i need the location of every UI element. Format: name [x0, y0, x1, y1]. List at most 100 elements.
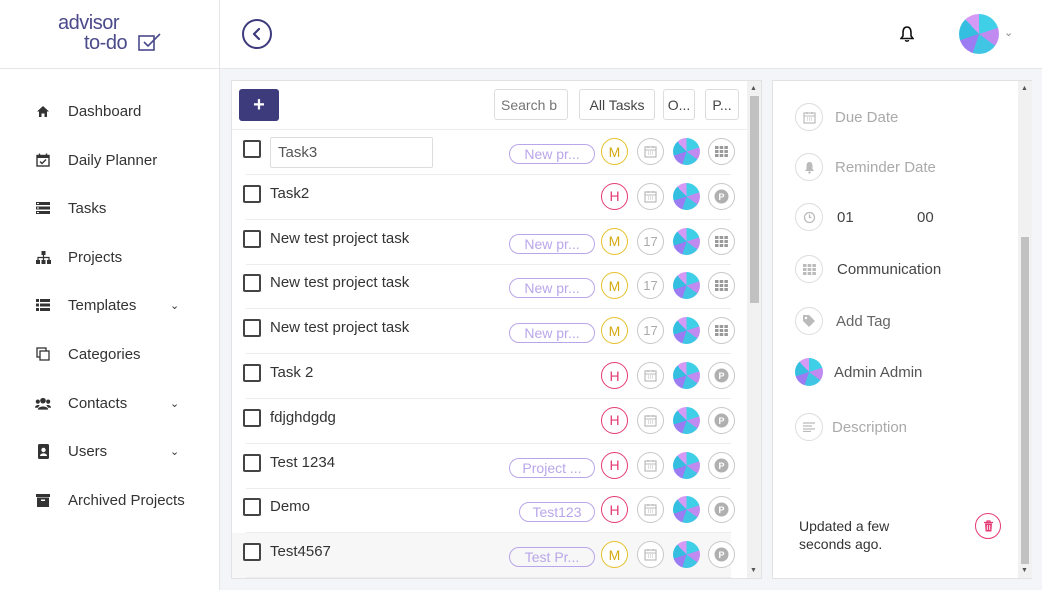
add-tag-field[interactable]: Add Tag [795, 307, 891, 335]
sidebar-item-users[interactable]: Users ⌄ [0, 436, 219, 466]
p-category-icon[interactable]: P [708, 496, 735, 524]
calendar-icon[interactable] [637, 138, 664, 165]
calendar-icon[interactable] [637, 362, 664, 389]
sidebar-item-archived-projects[interactable]: Archived Projects [0, 485, 219, 515]
task-checkbox[interactable] [243, 140, 261, 158]
chevron-down-icon[interactable]: ⌄ [170, 299, 179, 312]
task-checkbox[interactable] [243, 498, 261, 517]
task-name[interactable]: Demo [270, 498, 310, 515]
sidebar-item-projects[interactable]: Projects [0, 242, 219, 272]
task-row[interactable]: New test project task New pr... M 17 [232, 264, 735, 310]
project-pill[interactable]: New pr... [509, 144, 595, 164]
time-field[interactable]: 01 00 [795, 203, 934, 231]
time-hours[interactable]: 01 [837, 209, 854, 226]
project-pill[interactable]: New pr... [509, 233, 595, 254]
priority-badge[interactable]: M [601, 272, 628, 300]
avatar[interactable] [673, 227, 700, 255]
back-button[interactable] [242, 19, 272, 49]
chevron-down-icon[interactable]: ⌄ [170, 397, 179, 410]
category-field[interactable]: Communication [795, 255, 941, 283]
scrollbar-thumb[interactable] [750, 96, 759, 303]
task-row[interactable]: New test project task New pr... M 17 [232, 309, 735, 355]
sidebar-item-templates[interactable]: Templates ⌄ [0, 290, 219, 320]
avatar[interactable] [673, 496, 700, 524]
avatar[interactable] [673, 272, 700, 300]
task-checkbox[interactable] [243, 364, 261, 382]
bell-icon[interactable] [899, 26, 915, 47]
scroll-down-arrow-icon[interactable]: ▼ [750, 567, 757, 574]
task-name[interactable]: New test project task [270, 319, 409, 336]
grid-icon[interactable] [708, 272, 735, 300]
calendar-icon[interactable] [637, 406, 664, 434]
calendar-icon[interactable] [637, 496, 664, 524]
priority-badge[interactable]: H [601, 496, 628, 524]
sidebar-item-dashboard[interactable]: Dashboard [0, 96, 219, 126]
priority-badge[interactable]: H [601, 362, 628, 389]
time-minutes[interactable]: 00 [917, 209, 934, 226]
task-row[interactable]: fdjghdgdg H P [232, 399, 735, 444]
task-checkbox[interactable] [243, 408, 261, 427]
sidebar-item-contacts[interactable]: Contacts ⌄ [0, 388, 219, 418]
priority-badge[interactable]: M [601, 138, 628, 165]
avatar[interactable] [673, 541, 700, 569]
p-category-icon[interactable]: P [708, 541, 735, 569]
grid-icon[interactable] [708, 227, 735, 255]
project-pill[interactable]: Test123 [519, 502, 595, 523]
avatar[interactable] [673, 182, 700, 210]
due-date-badge[interactable]: 17 [637, 272, 664, 300]
due-date-badge[interactable]: 17 [637, 317, 664, 345]
delete-task-button[interactable] [975, 513, 1001, 539]
p-category-icon[interactable]: P [708, 451, 735, 479]
sidebar-item-tasks[interactable]: Tasks [0, 193, 219, 223]
task-name[interactable]: Test4567 [270, 543, 331, 560]
project-pill[interactable]: Project ... [509, 457, 595, 478]
priority-badge[interactable]: M [601, 227, 628, 255]
task-name[interactable]: Test 1234 [270, 454, 335, 471]
scroll-up-arrow-icon[interactable]: ▲ [1021, 85, 1028, 92]
priority-badge[interactable]: H [601, 406, 628, 434]
task-row[interactable]: New test project task New pr... M 17 [232, 220, 735, 265]
priority-badge[interactable]: M [601, 541, 628, 569]
avatar[interactable] [673, 362, 700, 389]
task-list-scrollbar[interactable]: ▲ ▼ [747, 81, 761, 578]
logo[interactable]: advisor to-do [0, 0, 219, 69]
description-field[interactable]: Description [795, 413, 907, 441]
priority-badge[interactable]: H [601, 182, 628, 210]
avatar[interactable] [959, 14, 999, 54]
chevron-down-icon[interactable]: ⌄ [170, 445, 179, 458]
scrollbar-thumb[interactable] [1021, 237, 1029, 564]
reminder-date-field[interactable]: Reminder Date [795, 153, 936, 181]
task-row[interactable]: Demo Test123 H P [232, 488, 735, 534]
task-name[interactable]: Task2 [270, 185, 309, 202]
task-name[interactable]: New test project task [270, 230, 409, 247]
due-date-field[interactable]: Due Date [795, 103, 898, 131]
task-checkbox[interactable] [243, 453, 261, 472]
task-name[interactable]: New test project task [270, 274, 409, 291]
owner-filter[interactable]: O... [663, 89, 695, 120]
task-checkbox[interactable] [243, 229, 261, 248]
priority-filter[interactable]: P... [705, 89, 739, 120]
project-pill[interactable]: New pr... [509, 278, 595, 299]
task-checkbox[interactable] [243, 274, 261, 293]
grid-icon[interactable] [708, 138, 735, 165]
p-category-icon[interactable]: P [708, 182, 735, 210]
priority-badge[interactable]: H [601, 451, 628, 479]
due-date-badge[interactable]: 17 [637, 227, 664, 255]
task-row[interactable]: Task2 H P [232, 175, 735, 220]
chevron-down-icon[interactable]: ⌄ [1004, 26, 1013, 39]
add-task-button[interactable]: + [239, 89, 279, 121]
task-checkbox[interactable] [243, 184, 261, 203]
avatar[interactable] [673, 406, 700, 434]
task-row[interactable]: Test4567 Test Pr... M P [232, 533, 735, 578]
search-input[interactable] [494, 89, 568, 120]
task-name[interactable]: fdjghdgdg [270, 409, 336, 426]
project-pill[interactable]: New pr... [509, 323, 595, 344]
task-row[interactable]: Test 1234 Project ... H P [232, 444, 735, 489]
task-name-input[interactable] [270, 137, 433, 168]
task-checkbox[interactable] [243, 319, 261, 338]
priority-badge[interactable]: M [601, 317, 628, 345]
task-row[interactable]: New pr... M [232, 130, 735, 175]
avatar[interactable] [673, 451, 700, 479]
task-name[interactable]: Task 2 [270, 364, 313, 381]
scroll-up-arrow-icon[interactable]: ▲ [750, 85, 757, 92]
